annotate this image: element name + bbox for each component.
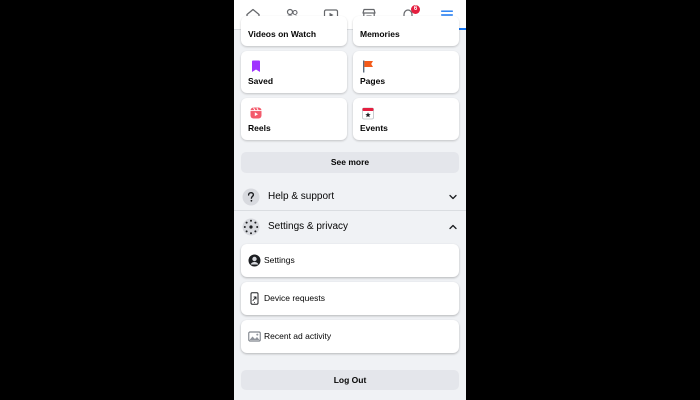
- ad-activity-icon: [248, 331, 261, 342]
- device-requests-label: Device requests: [264, 293, 325, 303]
- section-divider: [234, 210, 466, 211]
- shortcut-reels[interactable]: Reels: [241, 98, 347, 140]
- shortcut-label: Events: [360, 123, 388, 133]
- shortcut-pages[interactable]: Pages: [353, 51, 459, 93]
- settings-label: Settings: [264, 255, 295, 265]
- shortcut-videos-on-watch[interactable]: Videos on Watch: [241, 16, 347, 46]
- shortcut-memories[interactable]: Memories: [353, 16, 459, 46]
- gear-icon: [242, 218, 260, 236]
- reels-icon: [250, 107, 262, 119]
- recent-ad-activity-item[interactable]: Recent ad activity: [241, 320, 459, 353]
- help-question-icon: [242, 188, 260, 206]
- shortcut-events[interactable]: Events: [353, 98, 459, 140]
- shortcut-label: Videos on Watch: [248, 29, 317, 39]
- chevron-down-icon: [449, 194, 457, 200]
- shortcut-label: Pages: [360, 76, 386, 86]
- device-icon: [250, 292, 259, 305]
- help-support-section[interactable]: Help & support: [234, 183, 466, 211]
- shortcut-label: Reels: [248, 123, 271, 133]
- pages-flag-icon: [363, 60, 373, 73]
- help-support-label: Help & support: [268, 191, 335, 202]
- recent-ad-activity-label: Recent ad activity: [264, 331, 332, 341]
- events-calendar-icon: [362, 107, 374, 120]
- notification-badge: 6: [411, 5, 421, 14]
- saved-bookmark-icon: [252, 60, 260, 72]
- settings-item[interactable]: Settings: [241, 244, 459, 277]
- device-requests-item[interactable]: Device requests: [241, 282, 459, 315]
- settings-privacy-label: Settings & privacy: [268, 221, 349, 232]
- menu-screen: 6 Videos on Watch Memories Saved Pages R…: [234, 0, 466, 400]
- see-more-button[interactable]: See more: [241, 152, 459, 173]
- log-out-button[interactable]: Log Out: [241, 370, 459, 390]
- chevron-up-icon: [449, 224, 457, 230]
- account-icon: [248, 254, 261, 267]
- settings-privacy-section[interactable]: Settings & privacy: [234, 213, 466, 241]
- shortcut-saved[interactable]: Saved: [241, 51, 347, 93]
- shortcut-label: Saved: [248, 76, 274, 86]
- shortcut-label: Memories: [360, 29, 400, 39]
